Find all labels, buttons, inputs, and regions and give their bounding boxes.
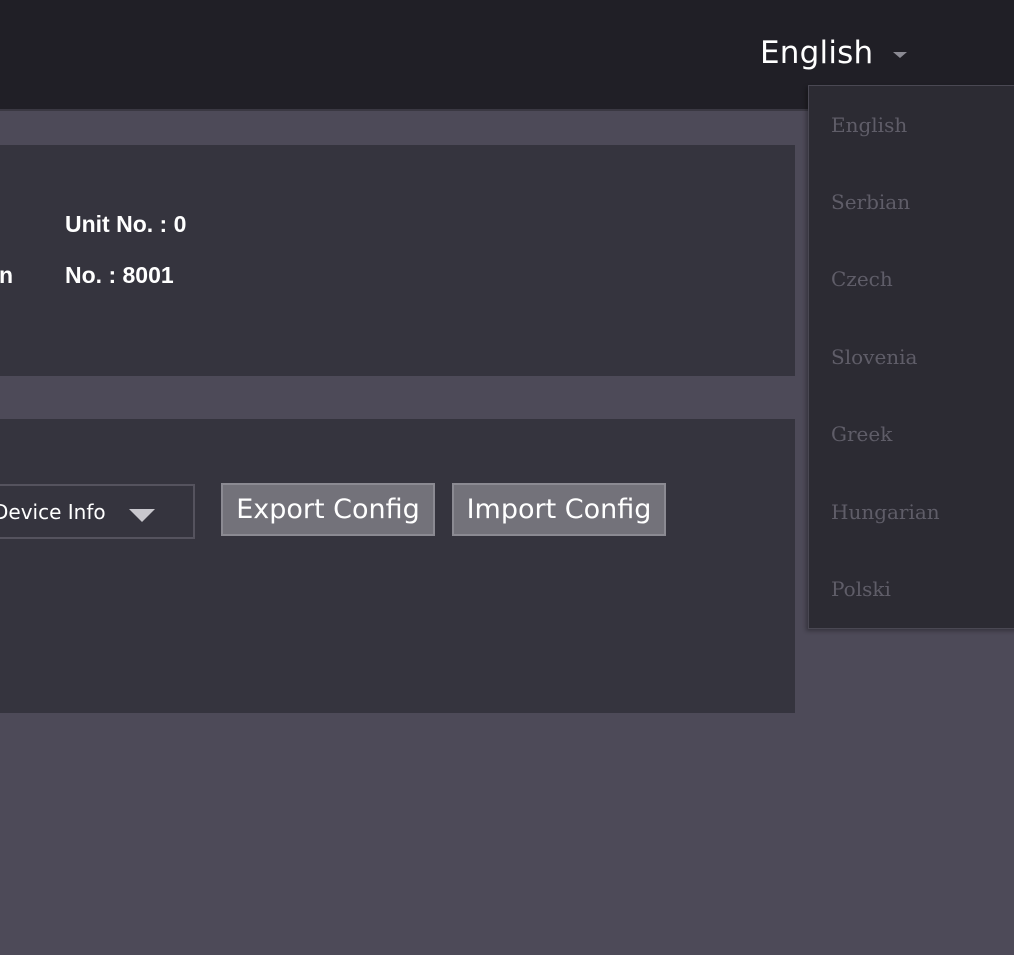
language-option-slovenia[interactable]: Slovenia: [831, 345, 917, 369]
chevron-down-icon: [893, 52, 908, 58]
language-option-hungarian[interactable]: Hungarian: [831, 500, 940, 524]
unit-no-value: Unit No. : 0: [65, 211, 187, 237]
language-option-polski[interactable]: Polski: [831, 577, 891, 601]
triangle-down-icon: [129, 509, 155, 522]
device-info-panel: n Unit No. : 0 No. : 8001: [0, 145, 795, 376]
language-option-czech[interactable]: Czech: [831, 267, 893, 291]
config-type-select[interactable]: Device Info: [0, 484, 195, 539]
language-selected-label: English: [760, 35, 874, 71]
config-panel: Device Info Export Config Import Config: [0, 419, 795, 713]
language-option-english[interactable]: English: [831, 113, 907, 137]
config-type-selected-value: Device Info: [0, 499, 106, 524]
export-config-button[interactable]: Export Config: [221, 483, 435, 536]
language-option-serbian[interactable]: Serbian: [831, 190, 910, 214]
language-selector[interactable]: English: [760, 30, 908, 76]
no-value: No. : 8001: [65, 262, 174, 288]
language-option-greek[interactable]: Greek: [831, 422, 892, 446]
language-dropdown-menu: English Serbian Czech Slovenia Greek Hun…: [808, 85, 1014, 629]
import-config-button[interactable]: Import Config: [452, 483, 666, 536]
partial-label-text: n: [0, 262, 14, 288]
